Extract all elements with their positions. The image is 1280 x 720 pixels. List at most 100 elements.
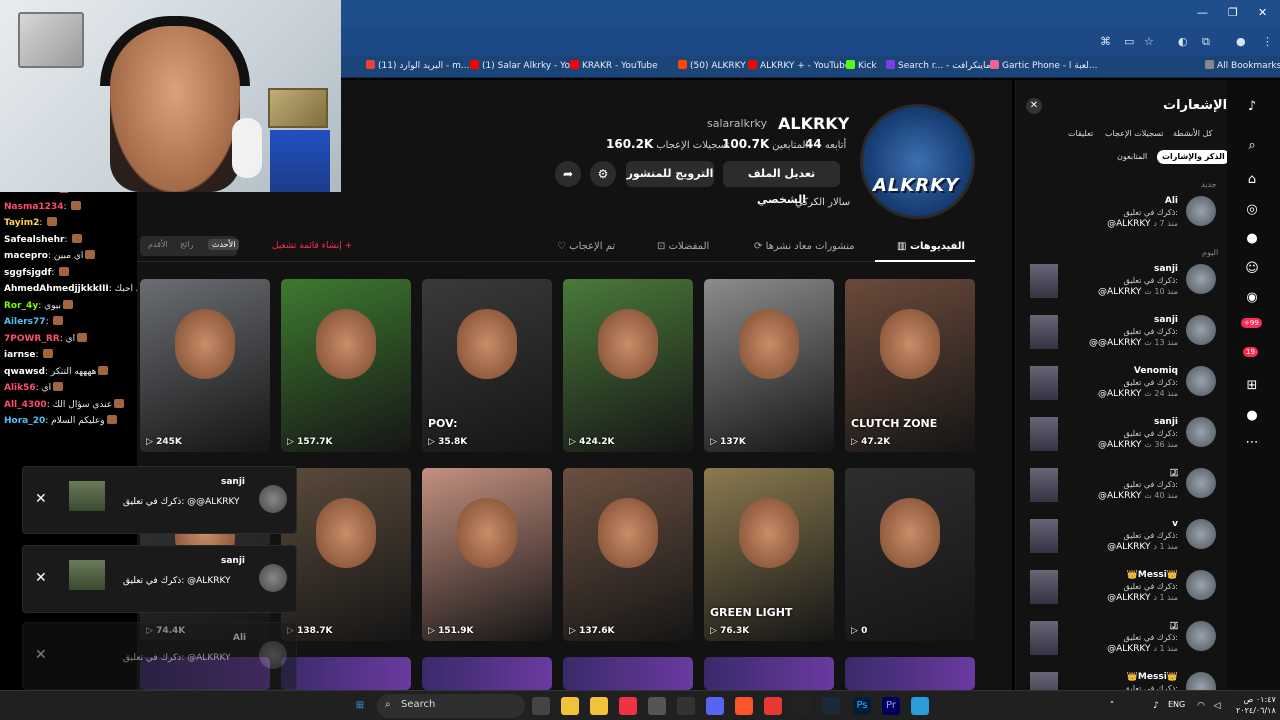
upload-icon[interactable]: ⊞ bbox=[1241, 375, 1263, 397]
video-card[interactable] bbox=[422, 657, 552, 690]
notification-popup[interactable]: ✕ sanji ذكرك في تعليق: @@ALKRKY bbox=[22, 466, 297, 534]
video-card[interactable] bbox=[563, 657, 693, 690]
search-icon[interactable]: ⌕ bbox=[1241, 135, 1263, 157]
mic-icon[interactable]: ♪ bbox=[1147, 697, 1165, 715]
video-card[interactable]: ▷ 0 bbox=[845, 468, 975, 641]
app-icon[interactable] bbox=[911, 697, 929, 715]
notification-popup[interactable]: ✕ Ali ذكرك في تعليق: @ALKRKY bbox=[22, 622, 297, 690]
clock[interactable]: ٠١:٤٧ ص ٢٠٢٤/٠٦/١٨ bbox=[1236, 694, 1276, 716]
profile-avatar[interactable]: ALKRKY bbox=[860, 104, 975, 219]
live-icon[interactable]: ◉ bbox=[1241, 287, 1263, 309]
cast-icon[interactable]: ▭ bbox=[1124, 35, 1134, 48]
all-bookmarks[interactable]: All Bookmarks bbox=[1205, 60, 1280, 71]
chip-all-activity[interactable]: كل الأنشطة bbox=[1168, 127, 1217, 141]
menu-icon[interactable]: ⋮ bbox=[1262, 35, 1273, 48]
brave-icon[interactable] bbox=[735, 697, 753, 715]
app-icon[interactable] bbox=[648, 697, 666, 715]
extensions-puzzle-icon[interactable]: ⧉ bbox=[1202, 35, 1210, 49]
more-icon[interactable]: ⋯ bbox=[1241, 432, 1263, 454]
notification-item[interactable]: v ذكرك في تعليق: @ALKRKY منذ 1 د bbox=[1025, 519, 1220, 565]
taskbar-search[interactable]: ⌕ Search bbox=[377, 694, 525, 718]
notification-item[interactable]: Venomiq ذكرك في تعليق: @ALKRKY منذ 24 ث bbox=[1025, 366, 1220, 412]
video-card[interactable]: ▷ 245K bbox=[140, 279, 270, 452]
premiere-icon[interactable]: Pr bbox=[882, 697, 900, 715]
video-card[interactable]: CLUTCH ZONE ▷ 47.2K bbox=[845, 279, 975, 452]
promote-post-button[interactable]: الترويج للمنشور bbox=[626, 161, 714, 187]
chip-likes[interactable]: تسجيلات الإعجاب bbox=[1100, 127, 1168, 141]
minimize-button[interactable]: — bbox=[1197, 6, 1208, 19]
tab-favorites[interactable]: ⊡ المفضلات bbox=[657, 241, 709, 252]
language-indicator[interactable]: ENG bbox=[1168, 700, 1185, 709]
chip-followers[interactable]: المتابعون bbox=[1112, 150, 1152, 164]
video-card[interactable]: ▷ 138.7K bbox=[281, 468, 411, 641]
video-card[interactable] bbox=[281, 657, 411, 690]
sort-popular[interactable]: رائج bbox=[180, 240, 193, 249]
video-card[interactable] bbox=[845, 657, 975, 690]
tab-liked[interactable]: ♡ تم الإعجاب bbox=[557, 241, 615, 252]
notification-item[interactable]: 👑Messi👑 ذكرك في تعليق: @ALKRKY منذ 1 د bbox=[1025, 570, 1220, 616]
tiktok-logo-icon[interactable]: ♪ bbox=[1241, 96, 1263, 118]
steam-icon[interactable] bbox=[822, 697, 840, 715]
share-icon[interactable]: ➦ bbox=[555, 161, 581, 187]
volume-icon[interactable]: ◁ bbox=[1208, 697, 1226, 715]
edit-profile-button[interactable]: تعديل الملف الشخصي bbox=[723, 161, 840, 206]
close-icon[interactable]: ✕ bbox=[1026, 98, 1042, 114]
video-card[interactable]: POV: ▷ 35.8K bbox=[422, 279, 552, 452]
home-icon[interactable]: ⌂ bbox=[1241, 169, 1263, 191]
file-explorer-icon[interactable] bbox=[561, 697, 579, 715]
settings-icon[interactable]: ⚙ bbox=[590, 161, 616, 187]
bookmark-star-icon[interactable]: ☆ bbox=[1144, 35, 1154, 48]
restore-button[interactable]: ❐ bbox=[1228, 6, 1238, 19]
video-card[interactable]: GREEN LIGHT ▷ 76.3K bbox=[704, 468, 834, 641]
sort-oldest[interactable]: الأقدم bbox=[148, 240, 168, 249]
bookmark-item[interactable]: Kick bbox=[846, 60, 877, 71]
close-icon[interactable]: ✕ bbox=[35, 647, 47, 663]
video-card[interactable]: ▷ 157.7K bbox=[281, 279, 411, 452]
close-window-button[interactable]: ✕ bbox=[1258, 6, 1267, 19]
video-card[interactable]: ▷ 137.6K bbox=[563, 468, 693, 641]
stat-following[interactable]: 44 أتابعه bbox=[805, 137, 846, 151]
bookmark-item[interactable]: البريد الوارد (11) - m... bbox=[366, 60, 469, 71]
create-playlist-button[interactable]: إنشاء قائمة تشغيل + bbox=[272, 241, 352, 251]
app-icon[interactable] bbox=[764, 697, 782, 715]
following-icon[interactable]: ☺ bbox=[1241, 258, 1263, 280]
bookmark-item[interactable]: (1) Salar Alkrky - Yo... bbox=[470, 60, 578, 71]
bookmark-item[interactable]: ALKRKY + - YouTube bbox=[748, 60, 850, 71]
notification-item[interactable]: 🇯 ذكرك في تعليق: @ALKRKY منذ 1 د bbox=[1025, 621, 1220, 667]
video-card[interactable]: ▷ 137K bbox=[704, 279, 834, 452]
chip-comments[interactable]: تعليقات bbox=[1063, 127, 1098, 141]
tab-videos[interactable]: ▥ الفيديوهات bbox=[897, 241, 965, 252]
profile-avatar-icon[interactable]: ● bbox=[1241, 228, 1263, 250]
notification-item[interactable]: 👑Messi👑 ذكرك في تعليق: bbox=[1025, 672, 1220, 690]
stat-followers[interactable]: 100.7K المتابعين bbox=[722, 137, 808, 151]
sort-latest[interactable]: الأحدث bbox=[208, 239, 240, 250]
extension-icon[interactable]: ◐ bbox=[1178, 35, 1188, 48]
bookmark-item[interactable]: Search r... - ماينكرافت bbox=[886, 60, 991, 71]
translate-icon[interactable]: ⌘ bbox=[1100, 35, 1111, 48]
bookmark-item[interactable]: Gartic Phone - لعبة ا... bbox=[990, 60, 1097, 71]
video-card[interactable] bbox=[704, 657, 834, 690]
profile-icon[interactable]: ● bbox=[1241, 405, 1263, 427]
notification-popup[interactable]: ✕ sanji ذكرك في تعليق: @ALKRKY bbox=[22, 545, 297, 613]
notification-item[interactable]: sanji ذكرك في تعليق: @@ALKRKY منذ 13 ث bbox=[1025, 315, 1220, 361]
tray-chevron-icon[interactable]: ˄ bbox=[1103, 697, 1121, 715]
explore-icon[interactable]: ◎ bbox=[1241, 199, 1263, 221]
notification-item[interactable]: Ali ذكرك في تعليق: @ALKRKY منذ 7 د bbox=[1025, 196, 1220, 242]
chrome-icon[interactable] bbox=[619, 697, 637, 715]
notification-item[interactable]: 🇯 ذكرك في تعليق: @ALKRKY منذ 40 ث bbox=[1025, 468, 1220, 514]
task-view-icon[interactable] bbox=[532, 697, 550, 715]
photoshop-icon[interactable]: Ps bbox=[853, 697, 871, 715]
close-icon[interactable]: ✕ bbox=[35, 491, 47, 507]
discord-icon[interactable] bbox=[706, 697, 724, 715]
profile-icon[interactable]: ● bbox=[1236, 35, 1246, 48]
video-card[interactable]: ▷ 151.9K bbox=[422, 468, 552, 641]
store-icon[interactable] bbox=[590, 697, 608, 715]
notification-item[interactable]: sanji ذكرك في تعليق: @ALKRKY منذ 36 ث bbox=[1025, 417, 1220, 463]
chip-mentions[interactable]: الذكر والإشارات bbox=[1157, 150, 1230, 164]
capcut-icon[interactable] bbox=[793, 697, 811, 715]
windows-start-icon[interactable]: ⊞ bbox=[351, 697, 369, 715]
tab-reposts[interactable]: ⟳ منشورات معاد نشرها bbox=[754, 241, 855, 252]
bookmark-item[interactable]: (50) ALKRKY bbox=[678, 60, 746, 71]
settings-icon[interactable] bbox=[677, 697, 695, 715]
video-card[interactable]: ▷ 424.2K bbox=[563, 279, 693, 452]
